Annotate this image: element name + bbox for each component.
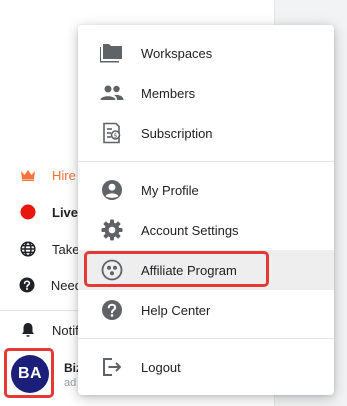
- help-circle-icon: [18, 275, 37, 295]
- sidebar-divider: [0, 310, 78, 311]
- menu-divider: [78, 338, 334, 339]
- menu-item-members[interactable]: Members: [78, 73, 334, 113]
- svg-text:$: $: [113, 131, 117, 139]
- menu-item-label: My Profile: [141, 182, 199, 198]
- account-menu: Workspaces Members $ Subscription My Pro…: [78, 25, 334, 395]
- menu-item-label: Workspaces: [141, 45, 213, 61]
- user-subtitle: ad: [64, 377, 77, 389]
- affiliate-icon: [100, 258, 124, 282]
- sidebar-item-label: Take: [52, 241, 80, 257]
- sidebar-item-label: Hire: [52, 167, 76, 183]
- crown-icon: [18, 165, 38, 185]
- gear-icon: [100, 218, 124, 242]
- invoice-dollar-icon: $: [100, 121, 124, 145]
- sidebar-item-need[interactable]: Need: [12, 270, 82, 300]
- menu-item-logout[interactable]: Logout: [78, 347, 334, 387]
- menu-item-label: Affiliate Program: [141, 262, 237, 278]
- menu-item-my-profile[interactable]: My Profile: [78, 170, 334, 210]
- avatar[interactable]: BA: [11, 355, 49, 393]
- account-circle-icon: [100, 178, 124, 202]
- bell-icon: [18, 320, 38, 340]
- menu-item-label: Members: [141, 85, 196, 101]
- sidebar-item-label: Live: [52, 204, 79, 220]
- menu-item-affiliate-program[interactable]: Affiliate Program: [78, 250, 334, 290]
- menu-item-account-settings[interactable]: Account Settings: [78, 210, 334, 250]
- menu-item-label: Subscription: [141, 125, 213, 141]
- menu-item-workspaces[interactable]: Workspaces: [78, 33, 334, 73]
- people-icon: [100, 81, 124, 105]
- logout-icon: [100, 355, 124, 379]
- live-dot-icon: [18, 202, 38, 222]
- menu-divider: [78, 161, 334, 162]
- sidebar-item-live[interactable]: Live: [12, 197, 82, 227]
- help-circle-icon: [100, 298, 124, 322]
- sidebar-item-label: Notif: [52, 322, 79, 338]
- sidebar-item-hire[interactable]: Hire: [12, 160, 82, 190]
- globe-icon: [18, 239, 38, 259]
- sidebar-item-take[interactable]: Take: [12, 234, 82, 264]
- menu-item-label: Logout: [141, 359, 181, 375]
- menu-item-help-center[interactable]: Help Center: [78, 290, 334, 330]
- menu-item-label: Account Settings: [141, 222, 239, 238]
- folders-icon: [100, 41, 124, 65]
- menu-item-subscription[interactable]: $ Subscription: [78, 113, 334, 153]
- sidebar-item-notifications[interactable]: Notif: [12, 315, 82, 345]
- menu-item-label: Help Center: [141, 302, 211, 318]
